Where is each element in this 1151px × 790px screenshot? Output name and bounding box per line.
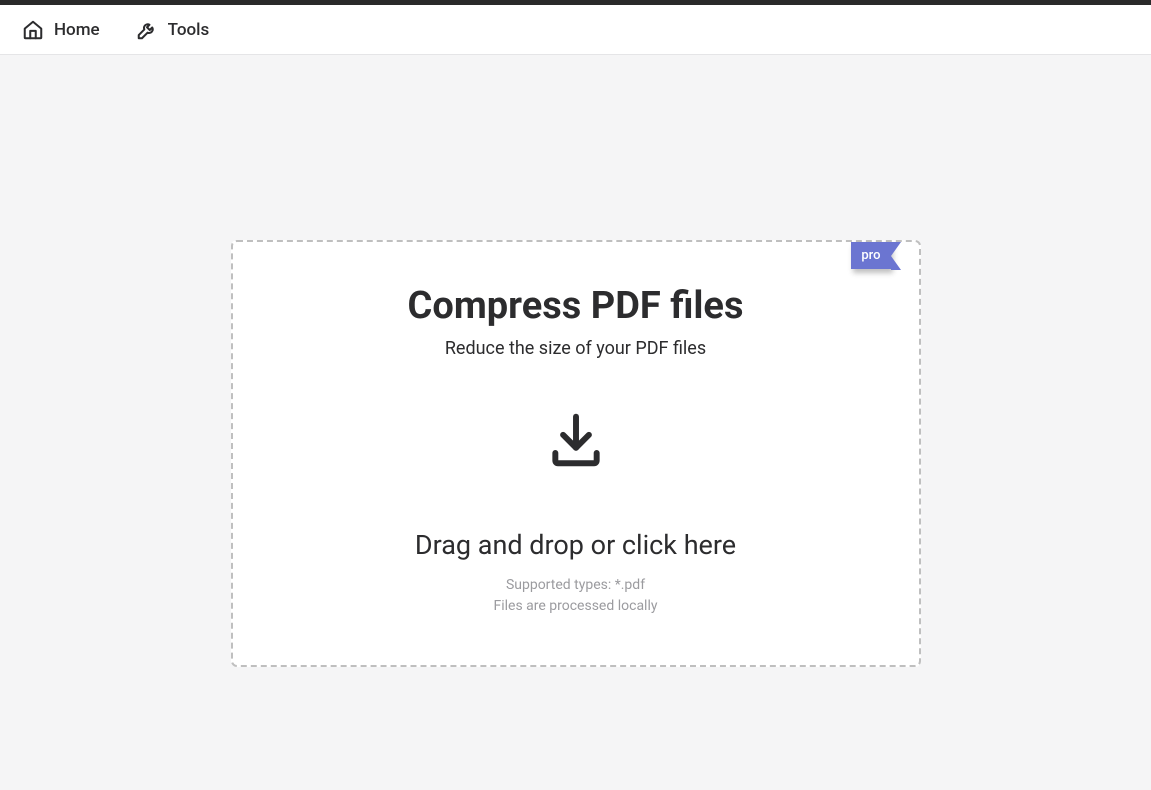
home-icon [22,19,44,41]
nav-home[interactable]: Home [22,19,100,41]
local-processing-text: Files are processed locally [253,596,899,617]
page-subtitle: Reduce the size of your PDF files [253,338,899,359]
page-title: Compress PDF files [253,284,899,328]
hint-text: Supported types: *.pdf Files are process… [253,575,899,617]
nav-home-label: Home [54,20,100,40]
tools-icon [136,19,158,41]
drop-instruction: Drag and drop or click here [253,529,899,561]
drop-zone-card[interactable]: pro Compress PDF files Reduce the size o… [231,240,921,667]
pro-badge-label: pro [861,248,880,263]
nav-tools[interactable]: Tools [136,19,210,41]
download-icon [253,409,899,471]
main-nav: Home Tools [0,5,1151,55]
main-content: pro Compress PDF files Reduce the size o… [0,55,1151,790]
supported-types-text: Supported types: *.pdf [253,575,899,596]
pro-badge: pro [851,242,890,269]
nav-tools-label: Tools [168,20,210,40]
